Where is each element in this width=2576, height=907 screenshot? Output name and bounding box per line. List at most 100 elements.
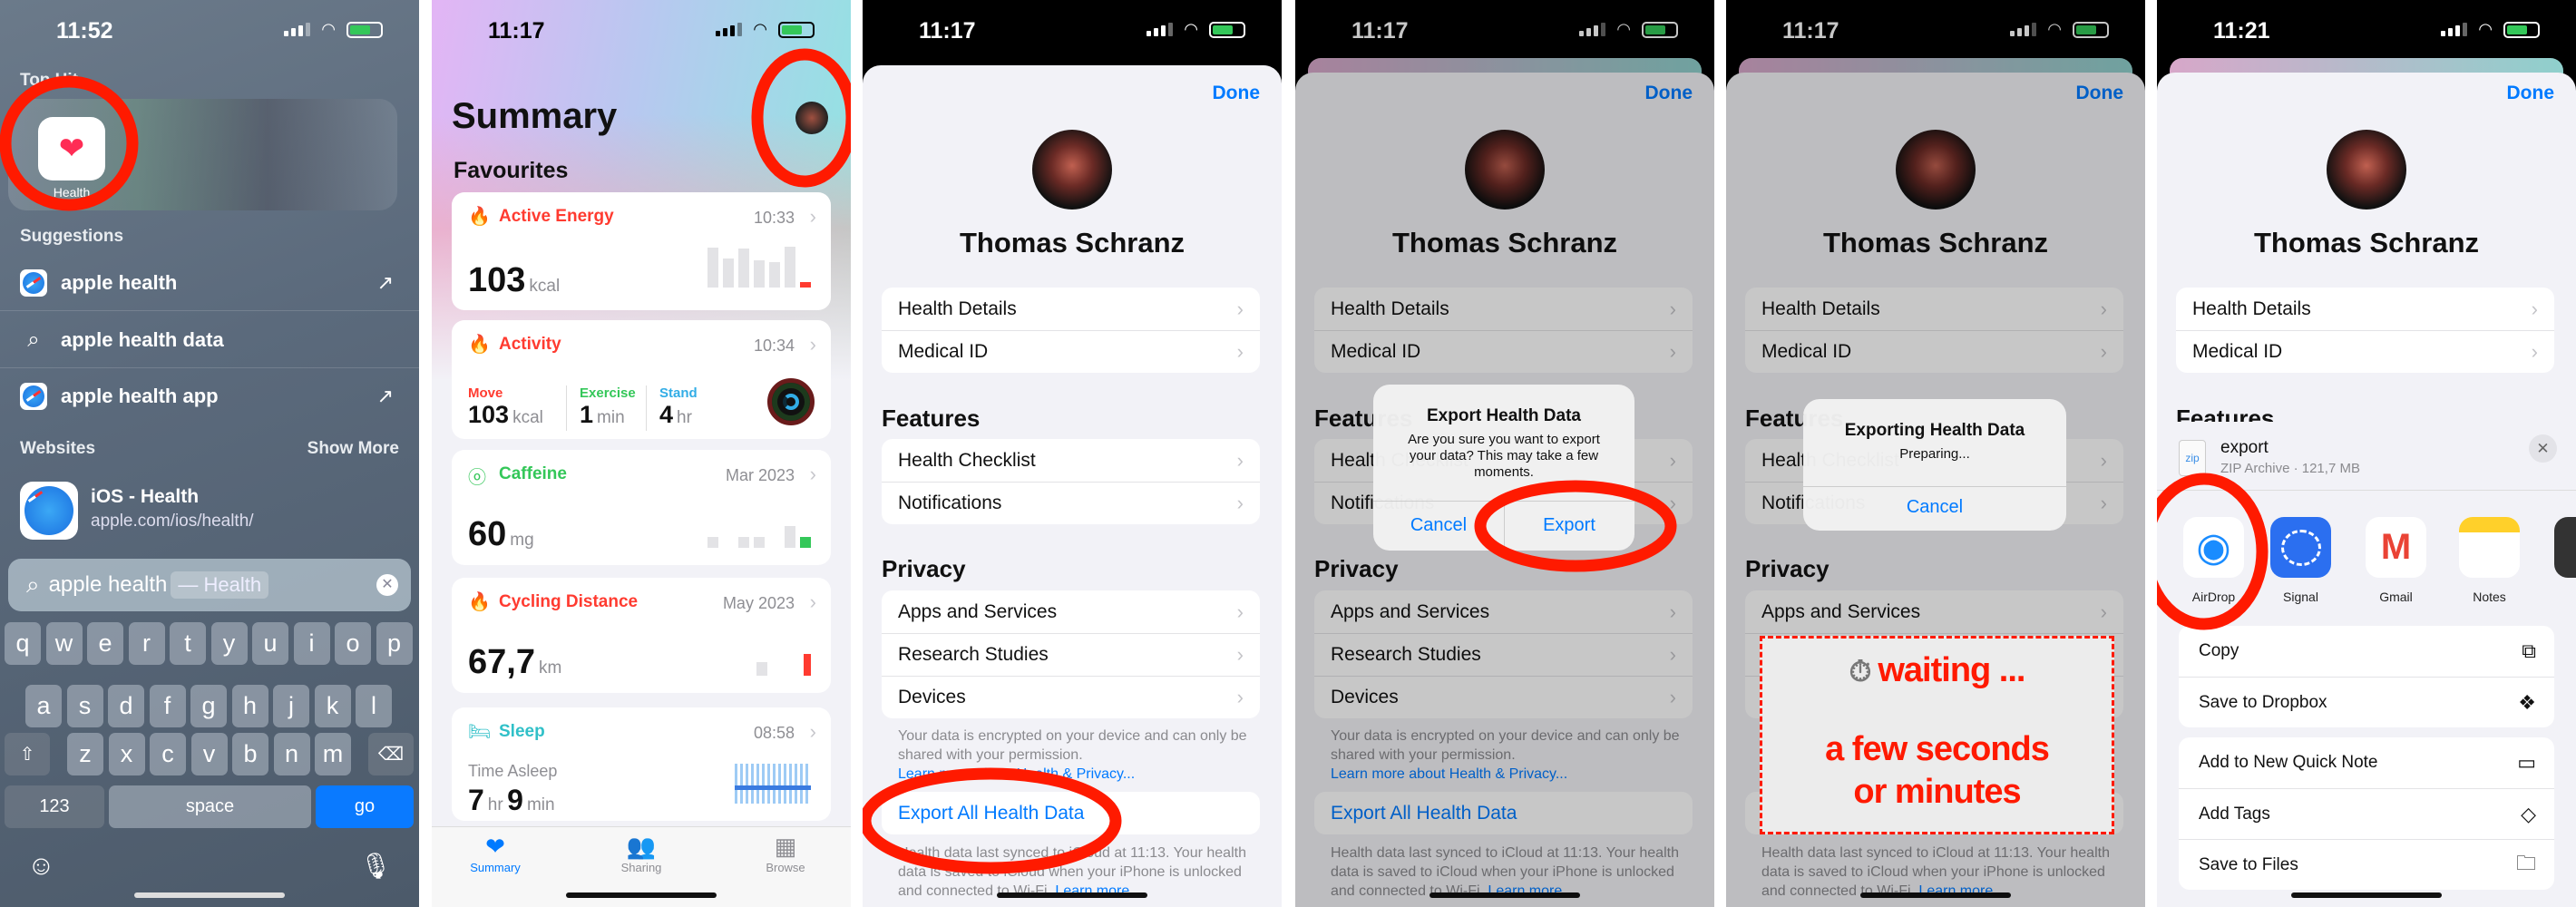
- numbers-key[interactable]: 123: [5, 785, 104, 828]
- key-g[interactable]: g: [190, 685, 227, 727]
- key-e[interactable]: e: [87, 622, 123, 665]
- key-l[interactable]: l: [356, 685, 392, 727]
- card-sleep[interactable]: 🛏 Sleep 08:58 › Time Asleep 7 hr 9 min: [452, 707, 831, 821]
- key-i[interactable]: i: [293, 622, 330, 665]
- share-sheet-screen: 11:21 ◠ Done Thomas Schranz Health Details › M…: [2157, 0, 2576, 907]
- privacy-group: Apps and Services›Research Studies›Devic…: [882, 590, 1260, 718]
- key-w[interactable]: w: [45, 622, 83, 665]
- done-button[interactable]: Done: [2507, 83, 2555, 104]
- exercise-unit: min: [597, 408, 625, 427]
- exporting-dialog: Exporting Health Data Preparing... Cancel: [1803, 399, 2066, 531]
- battery-icon: [778, 21, 815, 38]
- space-key[interactable]: space: [109, 785, 311, 828]
- export-all-health-data-button[interactable]: Export All Health Data: [882, 792, 1260, 834]
- settings-row[interactable]: Apps and Services ›: [882, 590, 1260, 633]
- key-m[interactable]: m: [315, 733, 351, 775]
- card-time: 10:34: [753, 336, 795, 355]
- profile-sheet: Done Thomas Schranz Health Details › Medical…: [863, 65, 1282, 907]
- settings-row[interactable]: Medical ID ›: [2176, 330, 2554, 373]
- share-action[interactable]: Add to New Quick Note ▭: [2179, 737, 2554, 788]
- key-n[interactable]: n: [273, 733, 310, 775]
- page-title: Summary: [452, 96, 618, 136]
- key-h[interactable]: h: [231, 685, 268, 727]
- show-more-link[interactable]: Show More: [307, 439, 399, 459]
- settings-row[interactable]: Research Studies ›: [882, 633, 1260, 676]
- profile-avatar[interactable]: [795, 102, 828, 134]
- website-title[interactable]: iOS - Health: [91, 486, 199, 508]
- share-app-jo[interactable]: Jo: [2554, 517, 2576, 604]
- search-field[interactable]: ⌕ apple health — Health ✕: [8, 559, 411, 611]
- settings-row[interactable]: Health Checklist ›: [882, 439, 1260, 482]
- action-label: Copy: [2199, 641, 2239, 660]
- share-app-notes[interactable]: Notes: [2459, 517, 2520, 604]
- share-app-signal[interactable]: Signal: [2270, 517, 2331, 604]
- tab-sharing[interactable]: 👥 Sharing: [587, 833, 696, 874]
- key-u[interactable]: u: [252, 622, 288, 665]
- share-app-airdrop[interactable]: ◉ AirDrop: [2183, 517, 2244, 604]
- export-confirm-screen: 11:17 ◠ Done Thomas Schranz Health Details › M…: [1295, 0, 1714, 907]
- tab-summary[interactable]: ❤ Summary: [441, 833, 550, 874]
- settings-row[interactable]: Devices ›: [882, 676, 1260, 718]
- key-a[interactable]: a: [25, 685, 62, 727]
- key-s[interactable]: s: [66, 685, 103, 727]
- share-action[interactable]: Save to Files 🗀: [2179, 839, 2554, 890]
- clear-search-icon[interactable]: ✕: [376, 574, 398, 596]
- settings-row[interactable]: Notifications ›: [882, 482, 1260, 524]
- share-app-label: AirDrop: [2191, 590, 2236, 604]
- key-b[interactable]: b: [232, 733, 268, 775]
- microphone-icon[interactable]: 🎙: [359, 851, 392, 881]
- key-x[interactable]: x: [108, 733, 145, 775]
- card-value: 60: [468, 515, 507, 553]
- card-cycling-distance[interactable]: 🔥 Cycling Distance May 2023 › 67,7 km: [452, 578, 831, 693]
- action-label: Add Tags: [2199, 804, 2270, 824]
- key-f[interactable]: f: [149, 685, 186, 727]
- share-action[interactable]: Copy ⧉: [2179, 626, 2554, 677]
- settings-row[interactable]: Health Details ›: [882, 288, 1260, 330]
- key-c[interactable]: c: [150, 733, 186, 775]
- delete-key[interactable]: ⌫: [368, 733, 414, 775]
- home-indicator: [997, 892, 1147, 898]
- row-label: Apps and Services: [898, 600, 1058, 622]
- close-icon[interactable]: ✕: [2529, 434, 2557, 463]
- shift-key[interactable]: ⇧: [5, 733, 50, 775]
- settings-row[interactable]: Medical ID ›: [882, 330, 1260, 373]
- card-activity[interactable]: 🔥 Activity 10:34 › Move 103 kcal Exercise 1 mi…: [452, 320, 831, 439]
- key-t[interactable]: t: [170, 622, 206, 665]
- key-q[interactable]: q: [5, 622, 41, 665]
- share-action[interactable]: Save to Dropbox ❖: [2179, 677, 2554, 727]
- card-active-energy[interactable]: 🔥 Active Energy 10:33 › 103 kcal: [452, 192, 831, 310]
- key-j[interactable]: j: [273, 685, 309, 727]
- card-caffeine[interactable]: ⓞ Caffeine Mar 2023 › 60 mg: [452, 450, 831, 565]
- tab-browse[interactable]: ▦ Browse: [731, 833, 840, 874]
- share-action[interactable]: Add Tags ◇: [2179, 788, 2554, 839]
- dialog-divider: [1803, 486, 2066, 487]
- card-title: Sleep: [499, 722, 545, 741]
- key-k[interactable]: k: [314, 685, 351, 727]
- sleep-minutes: 9: [507, 784, 523, 816]
- export-button[interactable]: Export: [1504, 515, 1634, 536]
- key-z[interactable]: z: [67, 733, 103, 775]
- cancel-button[interactable]: Cancel: [1373, 515, 1504, 536]
- key-y[interactable]: y: [210, 622, 248, 665]
- key-p[interactable]: p: [376, 622, 413, 665]
- key-d[interactable]: d: [108, 685, 144, 727]
- suggestion-row[interactable]: apple health app ↗: [0, 368, 419, 424]
- suggestion-row[interactable]: apple health ↗: [0, 255, 419, 311]
- emoji-icon[interactable]: ☺: [27, 851, 55, 882]
- sleep-hours: 7: [468, 784, 484, 816]
- privacy-learn-more-link[interactable]: Learn more about Health & Privacy...: [898, 766, 1135, 782]
- share-app-gmail[interactable]: M Gmail: [2366, 517, 2426, 604]
- search-input-value[interactable]: apple health: [49, 572, 168, 598]
- done-button[interactable]: Done: [1213, 83, 1261, 104]
- file-info: ZIP Archive · 121,7 MB: [2220, 461, 2360, 476]
- health-app-icon[interactable]: ❤: [38, 117, 105, 180]
- key-o[interactable]: o: [335, 622, 371, 665]
- key-r[interactable]: r: [128, 622, 165, 665]
- go-key[interactable]: go: [316, 785, 414, 828]
- cancel-button[interactable]: Cancel: [1803, 497, 2066, 518]
- card-time: Mar 2023: [725, 466, 795, 484]
- key-v[interactable]: v: [190, 733, 228, 775]
- suggestion-row[interactable]: ⌕ apple health data: [0, 312, 419, 368]
- move-value: 103: [468, 401, 510, 428]
- settings-row[interactable]: Health Details ›: [2176, 288, 2554, 330]
